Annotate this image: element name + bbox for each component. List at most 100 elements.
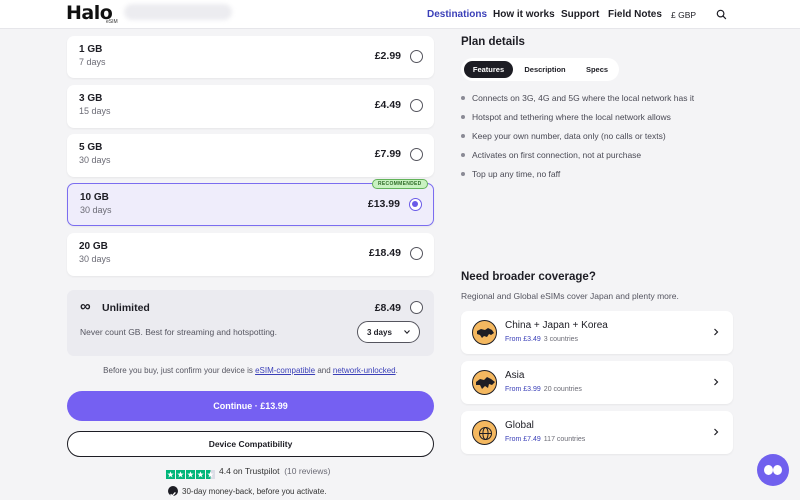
feature-item: Top up any time, no faff — [472, 169, 561, 179]
chevron-right-icon — [714, 378, 719, 386]
feature-item: Hotspot and tethering where the local ne… — [472, 112, 671, 122]
trustpilot-rating-text: 4.4 on Trustpilot — [219, 466, 280, 476]
plan-radio[interactable] — [410, 50, 423, 63]
plan-card-1gb[interactable]: 1 GB 7 days £2.99 — [67, 36, 434, 78]
broader-coverage-title: Need broader coverage? — [461, 271, 596, 283]
bullet-icon — [461, 153, 465, 157]
top-header: Halo eSIM Destinations How it works Supp… — [0, 0, 800, 29]
nav-support[interactable]: Support — [561, 9, 599, 20]
days-dropdown-value: 3 days — [367, 328, 392, 337]
plan-data: 3 GB — [79, 93, 103, 104]
plan-days: 7 days — [79, 57, 106, 67]
plan-radio[interactable] — [410, 247, 423, 260]
nav-how-it-works[interactable]: How it works — [493, 9, 555, 20]
infinity-icon: ∞ — [80, 298, 91, 315]
compatibility-note: Before you buy, just confirm your device… — [67, 366, 434, 375]
region-from-price: From £3.49 — [505, 336, 541, 343]
plan-days: 15 days — [79, 106, 111, 116]
region-name: Asia — [505, 370, 525, 381]
plan-days: 30 days — [79, 155, 111, 165]
device-compatibility-button[interactable]: Device Compatibility — [67, 431, 434, 457]
region-country-count: 20 countries — [543, 386, 582, 393]
broader-coverage-subtitle: Regional and Global eSIMs cover Japan an… — [461, 291, 679, 301]
half-star-icon — [206, 470, 215, 479]
feature-item: Activates on first connection, not at pu… — [472, 150, 642, 160]
chat-icon — [773, 465, 782, 475]
plan-radio[interactable] — [410, 148, 423, 161]
plan-price: £2.99 — [374, 50, 401, 62]
region-price: From £7.49 117 countries — [505, 436, 585, 443]
region-card-global[interactable]: Global From £7.49 117 countries — [461, 411, 733, 454]
chevron-right-icon — [714, 328, 719, 336]
star-icon — [196, 470, 205, 479]
logo-subtitle: eSIM — [106, 19, 118, 25]
tab-features[interactable]: Features — [464, 61, 513, 78]
tab-specs[interactable]: Specs — [577, 61, 617, 78]
chevron-right-icon — [714, 428, 719, 436]
plan-data: 20 GB — [79, 241, 108, 252]
nav-field-notes[interactable]: Field Notes — [608, 9, 662, 20]
plan-price: £4.49 — [374, 99, 401, 111]
plan-card-20gb[interactable]: 20 GB 30 days £18.49 — [67, 233, 434, 276]
star-icon — [166, 470, 175, 479]
trustpilot-stars — [166, 466, 216, 479]
plan-price: £13.99 — [367, 198, 400, 210]
bullet-icon — [461, 115, 465, 119]
money-back-text: 30-day money-back, before you activate. — [182, 487, 327, 496]
region-price: From £3.99 20 countries — [505, 386, 582, 393]
esim-compatible-link[interactable]: eSIM-compatible — [255, 366, 315, 375]
plan-days: 30 days — [79, 254, 111, 264]
plan-data: 10 GB — [80, 192, 109, 203]
region-from-price: From £3.99 — [505, 386, 541, 393]
trustpilot-rating[interactable]: 4.4 on Trustpilot (10 reviews) — [219, 466, 331, 476]
region-name: Global — [505, 420, 534, 431]
chat-icon — [764, 465, 773, 475]
continue-button[interactable]: Continue · £13.99 — [67, 391, 434, 421]
recommended-badge: RECOMMENDED — [372, 179, 428, 189]
note-middle: and — [315, 366, 333, 375]
region-price: From £3.49 3 countries — [505, 336, 578, 343]
plan-details-tabs: Features Description Specs — [461, 58, 619, 81]
plan-radio[interactable] — [410, 99, 423, 112]
region-country-count: 3 countries — [543, 336, 579, 343]
region-name: China + Japan + Korea — [505, 320, 608, 331]
tab-description[interactable]: Description — [516, 61, 574, 78]
unlimited-plan-card[interactable]: ∞ Unlimited £8.49 Never count GB. Best f… — [67, 290, 434, 356]
note-suffix: . — [395, 366, 398, 375]
region-card-asia[interactable]: Asia From £3.99 20 countries — [461, 361, 733, 404]
bullet-icon — [461, 172, 465, 176]
unlimited-radio[interactable] — [410, 301, 423, 314]
region-country-count: 117 countries — [543, 436, 586, 443]
plan-details-title: Plan details — [461, 36, 525, 48]
region-from-price: From £7.49 — [505, 436, 541, 443]
plan-card-3gb[interactable]: 3 GB 15 days £4.49 — [67, 85, 434, 128]
plan-data: 1 GB — [79, 44, 103, 55]
network-unlocked-link[interactable]: network-unlocked — [333, 366, 396, 375]
feature-item: Keep your own number, data only (no call… — [472, 131, 666, 141]
globe-icon — [472, 420, 497, 445]
chevron-down-icon — [404, 330, 410, 335]
star-icon — [186, 470, 195, 479]
note-prefix: Before you buy, just confirm your device… — [103, 366, 256, 375]
star-icon — [176, 470, 185, 479]
nav-destinations[interactable]: Destinations — [427, 9, 487, 20]
asia-map-icon — [472, 370, 497, 395]
checkmark-icon — [168, 486, 178, 497]
chat-button[interactable] — [757, 454, 789, 486]
plan-card-5gb[interactable]: 5 GB 30 days £7.99 — [67, 134, 434, 177]
search-icon[interactable] — [716, 9, 727, 20]
feature-item: Connects on 3G, 4G and 5G where the loca… — [472, 93, 695, 103]
bullet-icon — [461, 134, 465, 138]
plan-data: 5 GB — [79, 142, 103, 153]
plan-days: 30 days — [80, 205, 112, 215]
trustpilot-review-count: (10 reviews) — [284, 466, 331, 476]
unlimited-title: Unlimited — [102, 302, 150, 314]
region-card-china-japan-korea[interactable]: China + Japan + Korea From £3.49 3 countr… — [461, 311, 733, 354]
unlimited-price: £8.49 — [374, 302, 401, 314]
days-dropdown[interactable]: 3 days — [357, 321, 420, 343]
currency-selector[interactable]: £ GBP — [671, 10, 696, 20]
asia-map-icon — [472, 320, 497, 345]
unlimited-description: Never count GB. Best for streaming and h… — [80, 327, 278, 337]
plan-radio-selected[interactable] — [409, 198, 422, 211]
plan-card-10gb[interactable]: 10 GB 30 days £13.99 — [67, 183, 434, 226]
